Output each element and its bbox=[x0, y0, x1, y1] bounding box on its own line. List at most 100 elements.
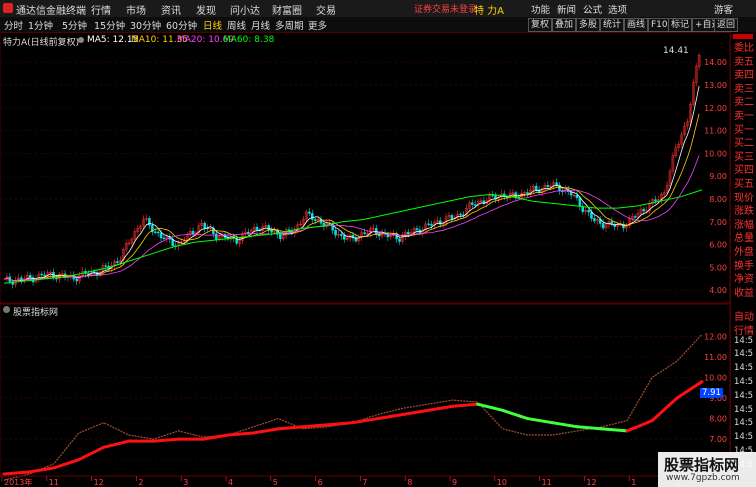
app-logo-icon bbox=[3, 3, 13, 13]
back-button[interactable]: 返回 bbox=[714, 18, 739, 32]
candle-body bbox=[153, 231, 157, 233]
watermark: 股票指标网 www.7gpzb.com bbox=[658, 452, 756, 487]
candle-body bbox=[104, 265, 108, 267]
period-tab[interactable]: 周线 bbox=[227, 18, 246, 32]
candle-body bbox=[308, 211, 311, 214]
x-tick-label: 12 bbox=[586, 478, 596, 487]
period-tab[interactable]: 1分钟 bbox=[28, 18, 53, 32]
sub-thick-segment bbox=[77, 445, 106, 462]
menu-trade[interactable]: 交易 bbox=[316, 2, 336, 17]
menu-ask[interactable]: 问小达 bbox=[230, 2, 260, 17]
mark-button[interactable]: 标记 bbox=[668, 18, 693, 32]
candle-body bbox=[255, 226, 259, 231]
x-tick-label: 8 bbox=[407, 478, 412, 487]
adjust-button[interactable]: 复权 bbox=[528, 18, 553, 32]
candle-body bbox=[473, 204, 477, 206]
tick-time-label: 14:5 bbox=[734, 377, 754, 387]
period-tab-daily[interactable]: 日线 bbox=[203, 18, 222, 32]
y-tick-label: 7.00 bbox=[709, 218, 727, 227]
menu-news-right[interactable]: 新闻 bbox=[557, 2, 576, 16]
period-tab[interactable]: 5分钟 bbox=[62, 18, 87, 32]
period-toolbar: 分时 1分钟 5分钟 15分钟 30分钟 60分钟 日线 周线 月线 多周期 更… bbox=[0, 17, 756, 33]
auto-quote-label: 自动 bbox=[734, 312, 754, 323]
quote-side-panel: 委比 卖五 卖四 卖三 卖二 卖一 买一 买二 买三 买四 买五 现价 涨跌 涨幅 总量 外盘 换手 净资 收益 自动… bbox=[730, 32, 756, 487]
x-tick-label: 10 bbox=[497, 478, 507, 487]
candle-body bbox=[311, 213, 314, 220]
candle-body bbox=[156, 231, 160, 234]
candle-body bbox=[546, 185, 550, 187]
period-tab[interactable]: 60分钟 bbox=[166, 18, 197, 32]
sub-value-tag: 7.91 bbox=[700, 388, 723, 398]
candle-body bbox=[28, 275, 32, 278]
period-tab-more[interactable]: 更多 bbox=[308, 18, 327, 32]
y-tick-label: 8.00 bbox=[709, 415, 727, 424]
sub-thick-segment bbox=[152, 437, 180, 443]
x-tick-label: 6 bbox=[318, 478, 323, 487]
sub-thick-segment bbox=[52, 458, 81, 470]
sub-thick-segment bbox=[501, 408, 529, 421]
menu-options[interactable]: 选项 bbox=[608, 2, 627, 16]
quote-label: 收益 bbox=[734, 287, 754, 299]
candle-body bbox=[363, 232, 366, 234]
period-tab[interactable]: 15分钟 bbox=[94, 18, 125, 32]
period-tab[interactable]: 分时 bbox=[4, 18, 23, 32]
sub-thick-segment bbox=[276, 425, 305, 431]
sub-thick-segment bbox=[301, 423, 330, 429]
candle-body bbox=[116, 261, 119, 263]
period-tab[interactable]: 月线 bbox=[251, 18, 270, 32]
main-candles bbox=[5, 52, 701, 289]
menu-wealth-circle[interactable]: 财富圈 bbox=[272, 2, 302, 17]
y-tick-label: 8.00 bbox=[709, 195, 727, 204]
sub-thick-segment bbox=[451, 402, 480, 408]
menu-discover[interactable]: 发现 bbox=[196, 2, 216, 17]
y-tick-label: 9.00 bbox=[709, 172, 727, 181]
title-stock-name: 特 力A bbox=[474, 6, 505, 17]
multi-stock-button[interactable]: 多股 bbox=[576, 18, 601, 32]
x-tick-label: 11 bbox=[49, 478, 59, 487]
sub-settings-icon[interactable] bbox=[3, 306, 10, 313]
candle-body bbox=[340, 234, 343, 236]
statistics-button[interactable]: 统计 bbox=[600, 18, 625, 32]
menu-functions[interactable]: 功能 bbox=[531, 2, 550, 16]
menu-guest[interactable]: 游客 bbox=[714, 2, 733, 16]
menu-formula[interactable]: 公式 bbox=[583, 2, 602, 16]
menu-news[interactable]: 资讯 bbox=[161, 2, 181, 17]
sub-thick-segment bbox=[650, 396, 679, 423]
login-status[interactable]: 证券交易未登录 bbox=[414, 2, 477, 15]
menu-market[interactable]: 市场 bbox=[126, 2, 146, 17]
x-tick-label: 2 bbox=[138, 478, 143, 487]
y-tick-label: 13.00 bbox=[704, 81, 727, 90]
candle-body bbox=[43, 274, 46, 277]
menu-market-quotes[interactable]: 行情 bbox=[91, 2, 111, 17]
period-tab[interactable]: 多周期 bbox=[275, 18, 304, 32]
chart-area[interactable]: 14.0013.0012.0011.0010.009.008.007.006.0… bbox=[0, 32, 730, 487]
x-tick-label: 7 bbox=[362, 478, 367, 487]
sub-chart-frame bbox=[0, 303, 730, 477]
sub-chart-title: 股票指标网 bbox=[13, 308, 59, 318]
candle-body bbox=[215, 233, 218, 240]
main-grid: 14.00 13.00 12.00 11.00 10.00 9.00 8.00 7.00 6.0… bbox=[0, 58, 727, 295]
overlay-button[interactable]: 叠加 bbox=[552, 18, 577, 32]
y-tick-label: 11.00 bbox=[704, 127, 727, 136]
draw-button[interactable]: 画线 bbox=[624, 18, 649, 32]
candle-body bbox=[191, 231, 195, 235]
sub-thick-segment bbox=[600, 427, 629, 433]
sub-dotted-line bbox=[3, 333, 703, 481]
sub-thick-segment bbox=[550, 421, 579, 429]
candle-body bbox=[642, 208, 646, 212]
y-tick-label: 10.00 bbox=[704, 373, 727, 382]
candle-body bbox=[162, 237, 166, 240]
y-tick-label: 7.00 bbox=[709, 435, 727, 444]
sub-thick-segment bbox=[575, 425, 604, 431]
candle-body bbox=[75, 278, 78, 282]
title-bar: 通达信金融终端 行情 市场 资讯 发现 问小达 财富圈 交易 证券交易未登录 特… bbox=[0, 0, 756, 18]
sub-thick-segment bbox=[326, 421, 355, 427]
candle-body bbox=[438, 220, 442, 225]
x-tick-label: 4 bbox=[228, 478, 233, 487]
sub-thick-segment bbox=[2, 470, 31, 476]
y-tick-label: 10.00 bbox=[704, 149, 727, 158]
period-tab[interactable]: 30分钟 bbox=[130, 18, 161, 32]
candle-body bbox=[334, 229, 337, 236]
main-chart-frame bbox=[0, 32, 730, 304]
sub-lines bbox=[2, 333, 704, 481]
